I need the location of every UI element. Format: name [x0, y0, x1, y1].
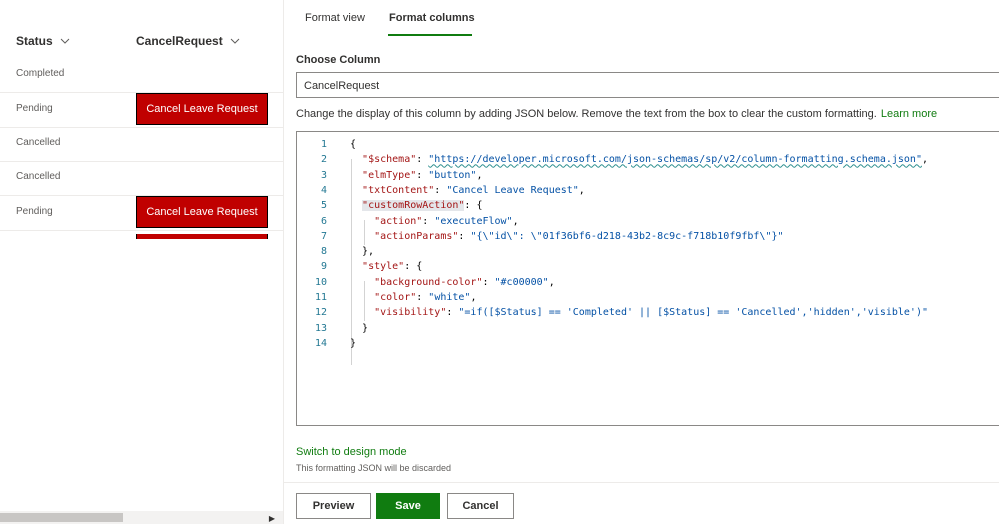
code-line: }: [350, 322, 369, 334]
code-line: "actionParams": "{\"id\": \"01f36bf6-d21…: [374, 230, 784, 242]
horizontal-scrollbar[interactable]: ▶: [0, 511, 283, 524]
line-number: 12: [314, 307, 327, 319]
status-cell: Pending: [16, 206, 53, 217]
code-line: "visibility": "=if([$Status] == 'Complet…: [374, 307, 928, 319]
save-button[interactable]: Save: [376, 493, 440, 519]
line-number: 4: [320, 184, 327, 196]
cancel-leave-request-button[interactable]: Cancel Leave Request: [136, 196, 268, 228]
code-line: },: [350, 246, 375, 258]
status-cell: Cancelled: [16, 137, 61, 148]
code-line: "color": "white",: [374, 292, 477, 303]
column-header-status-label: Status: [16, 34, 53, 48]
line-number: 8: [320, 246, 327, 258]
active-tab-indicator: [388, 34, 472, 36]
partial-row-button: [136, 234, 268, 239]
line-number: 11: [314, 292, 327, 303]
line-number: 1: [320, 139, 327, 150]
line-number: 10: [314, 276, 327, 288]
line-number: 13: [314, 322, 327, 334]
column-header-status[interactable]: Status: [16, 34, 71, 48]
column-header-cancelrequest-label: CancelRequest: [136, 34, 223, 48]
learn-more-link[interactable]: Learn more: [881, 108, 937, 120]
discard-note: This formatting JSON will be discarded: [296, 463, 452, 473]
tab-format-columns[interactable]: Format columns: [389, 12, 475, 36]
column-select[interactable]: CancelRequest: [296, 72, 999, 98]
list-row[interactable]: Pending Cancel Leave Request: [0, 196, 283, 231]
code-line: "txtContent": "Cancel Leave Request",: [362, 184, 585, 196]
list-row[interactable]: Cancelled: [0, 127, 283, 162]
list-row[interactable]: Completed: [0, 58, 283, 93]
status-cell: Cancelled: [16, 171, 61, 182]
code-line: }: [350, 337, 357, 349]
cancel-leave-request-button[interactable]: Cancel Leave Request: [136, 93, 268, 125]
preview-button[interactable]: Preview: [296, 493, 371, 519]
status-cell: Completed: [16, 68, 65, 79]
scroll-right-arrow-icon[interactable]: ▶: [269, 514, 275, 523]
panel-footer: Preview Save Cancel: [284, 482, 999, 525]
line-number: 14: [314, 337, 327, 349]
chevron-down-icon: [230, 38, 240, 44]
column-header-cancelrequest[interactable]: CancelRequest: [136, 34, 241, 48]
json-editor[interactable]: 1 {2 "$schema": "https://developer.micros…: [296, 131, 999, 426]
code-line: "style": {: [362, 261, 423, 273]
choose-column-label: Choose Column: [296, 54, 381, 66]
code-line: "$schema": "https://developer.microsoft.…: [362, 154, 928, 166]
line-number: 6: [320, 215, 327, 227]
code-line: "customRowAction": {: [362, 200, 483, 212]
code-line: "elmType": "button",: [362, 169, 483, 181]
line-number: 7: [320, 230, 327, 242]
list-row[interactable]: Cancelled: [0, 161, 283, 196]
tab-format-view[interactable]: Format view: [305, 12, 365, 36]
line-number: 3: [320, 169, 327, 181]
list-view: Status CancelRequest Completed Pending C…: [0, 0, 283, 524]
line-number: 2: [320, 154, 327, 166]
code-line: "background-color": "#c00000",: [374, 276, 555, 288]
scrollbar-thumb[interactable]: [0, 513, 123, 522]
format-panel: Format view Format columns Choose Column…: [283, 0, 999, 524]
code-line: {: [350, 139, 357, 150]
list-row[interactable]: Pending Cancel Leave Request: [0, 93, 283, 128]
line-number: 5: [320, 200, 327, 212]
help-text: Change the display of this column by add…: [296, 108, 937, 120]
switch-to-design-mode-link[interactable]: Switch to design mode: [296, 446, 407, 458]
status-cell: Pending: [16, 103, 53, 114]
code-line: "action": "executeFlow",: [374, 215, 519, 227]
line-number: 9: [320, 261, 327, 273]
chevron-down-icon: [60, 38, 70, 44]
help-text-body: Change the display of this column by add…: [296, 108, 877, 120]
cancel-button[interactable]: Cancel: [447, 493, 514, 519]
